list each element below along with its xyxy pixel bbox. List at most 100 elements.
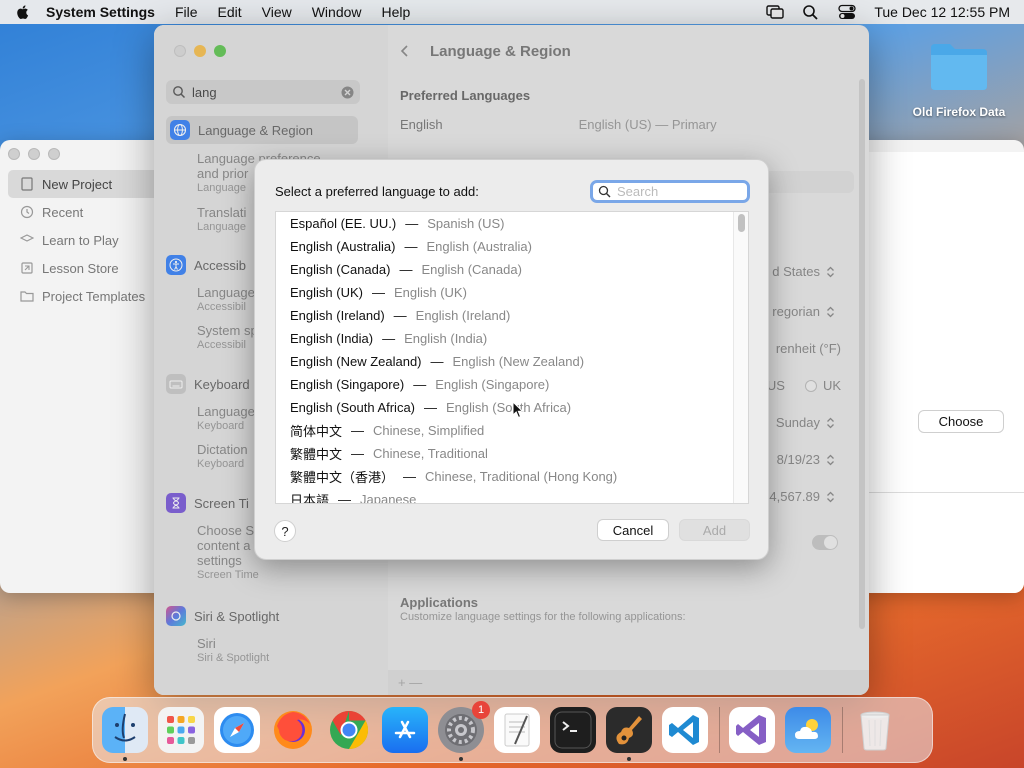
- language-option[interactable]: English (India) — English (India): [276, 327, 748, 350]
- dock-trash[interactable]: [852, 707, 898, 753]
- language-search-input[interactable]: [617, 184, 737, 199]
- menu-help[interactable]: Help: [382, 4, 411, 20]
- bg-sidebar-project-templates[interactable]: Project Templates: [0, 282, 170, 310]
- dock-separator: [842, 707, 843, 753]
- language-separator: —: [382, 331, 396, 346]
- language-option[interactable]: English (Singapore) — English (Singapore): [276, 373, 748, 396]
- language-native-name: 日本語: [290, 493, 330, 504]
- firefox-icon: [274, 711, 312, 749]
- safari-icon: [220, 713, 254, 747]
- language-option[interactable]: English (Ireland) — English (Ireland): [276, 304, 748, 327]
- dock-system-settings[interactable]: 1: [438, 701, 490, 761]
- help-button[interactable]: ?: [274, 520, 296, 542]
- dock-terminal[interactable]: [550, 707, 596, 753]
- running-indicator: [123, 757, 127, 761]
- language-search-field[interactable]: [590, 180, 750, 203]
- language-option[interactable]: 日本語 — Japanese: [276, 488, 748, 504]
- add-language-sheet: Select a preferred language to add: Espa…: [254, 159, 769, 560]
- language-option[interactable]: 繁體中文 — Chinese, Traditional: [276, 442, 748, 465]
- language-option[interactable]: 繁體中文（香港） — Chinese, Traditional (Hong Kong…: [276, 465, 748, 488]
- cancel-button[interactable]: Cancel: [597, 519, 669, 541]
- dock-finder[interactable]: [102, 707, 148, 761]
- language-option[interactable]: English (Australia) — English (Australia): [276, 235, 748, 258]
- dock-chrome[interactable]: [326, 707, 372, 753]
- dock-app-store[interactable]: [382, 707, 428, 753]
- language-option[interactable]: English (UK) — English (UK): [276, 281, 748, 304]
- dock-visual-studio[interactable]: [729, 707, 775, 753]
- language-rows: Español (EE. UU.) — Spanish (US) English (A…: [276, 212, 748, 504]
- menu-window[interactable]: Window: [312, 4, 362, 20]
- dock-firefox[interactable]: [270, 707, 316, 753]
- bg-sidebar-learn-to-play[interactable]: Learn to Play: [0, 226, 170, 254]
- bg-sidebar-recent[interactable]: Recent: [0, 198, 170, 226]
- language-english-name: Chinese, Simplified: [373, 423, 485, 438]
- language-native-name: 繁體中文: [290, 447, 343, 462]
- language-list-scrollbar[interactable]: [733, 212, 748, 503]
- dock-launchpad[interactable]: [158, 707, 204, 753]
- search-icon: [598, 185, 611, 198]
- bg-sidebar-label: New Project: [42, 176, 113, 192]
- add-button[interactable]: Add: [679, 519, 750, 541]
- menu-file[interactable]: File: [175, 4, 198, 20]
- language-native-name: English (India): [290, 331, 374, 346]
- language-option[interactable]: English (New Zealand) — English (New Zeala…: [276, 350, 748, 373]
- folder-icon: [20, 291, 34, 302]
- bg-sidebar-lesson-store[interactable]: Lesson Store: [0, 254, 170, 282]
- chrome-icon: [330, 710, 369, 750]
- dock: 1: [92, 697, 933, 763]
- dock-separator: [719, 707, 720, 753]
- dock-weather[interactable]: [785, 707, 831, 753]
- bg-sidebar-new-project[interactable]: New Project: [8, 170, 162, 198]
- language-option[interactable]: Español (EE. UU.) — Spanish (US): [276, 212, 748, 235]
- vscode-icon: [669, 715, 699, 745]
- menu-edit[interactable]: Edit: [218, 4, 242, 20]
- menubar-clock[interactable]: Tue Dec 12 12:55 PM: [874, 4, 1010, 20]
- bg-close-button[interactable]: [8, 148, 20, 160]
- bg-sidebar-label: Lesson Store: [42, 260, 119, 276]
- textedit-icon: [504, 713, 530, 747]
- scrollbar-thumb[interactable]: [738, 214, 745, 232]
- language-english-name: English (Singapore): [435, 377, 550, 392]
- language-english-name: English (South Africa): [446, 400, 572, 415]
- desktop-folder-label: Old Firefox Data: [912, 105, 1006, 119]
- menu-view[interactable]: View: [262, 4, 292, 20]
- language-option[interactable]: English (Canada) — English (Canada): [276, 258, 748, 281]
- apple-menu-icon[interactable]: [14, 3, 32, 21]
- language-english-name: Chinese, Traditional (Hong Kong): [425, 469, 618, 484]
- language-english-name: English (India): [404, 331, 488, 346]
- language-native-name: 繁體中文（香港）: [290, 470, 395, 485]
- mouse-cursor-icon: [512, 401, 524, 419]
- control-center-icon[interactable]: [838, 4, 856, 20]
- notification-badge: 1: [472, 701, 490, 719]
- language-english-name: Spanish (US): [427, 216, 505, 231]
- language-list[interactable]: Español (EE. UU.) — Spanish (US) English (A…: [275, 211, 749, 504]
- spotlight-search-icon[interactable]: [802, 4, 820, 20]
- bg-right-pane: [868, 152, 1024, 593]
- language-english-name: English (New Zealand): [452, 354, 585, 369]
- running-indicator: [627, 757, 631, 761]
- bg-sidebar: New Project Recent Learn to Play Lesson …: [0, 170, 170, 310]
- bg-sidebar-label: Project Templates: [42, 288, 146, 304]
- screen-mirror-icon[interactable]: [766, 4, 785, 20]
- language-english-name: English (Canada): [421, 262, 522, 277]
- language-option[interactable]: 简体中文 — Chinese, Simplified: [276, 419, 748, 442]
- bg-zoom-button[interactable]: [48, 148, 60, 160]
- desktop-folder[interactable]: Old Firefox Data: [906, 40, 1012, 119]
- choose-button[interactable]: Choose: [918, 410, 1004, 433]
- language-separator: —: [393, 308, 407, 323]
- menu-app-name[interactable]: System Settings: [46, 4, 155, 20]
- language-english-name: Chinese, Traditional: [373, 446, 488, 461]
- language-native-name: English (Ireland): [290, 308, 385, 323]
- language-native-name: English (Australia): [290, 239, 396, 254]
- bg-minimize-button[interactable]: [28, 148, 40, 160]
- dock-vscode[interactable]: [662, 707, 708, 753]
- language-english-name: English (UK): [393, 285, 467, 300]
- dock-garageband[interactable]: [606, 707, 652, 761]
- sheet-prompt: Select a preferred language to add:: [275, 184, 479, 199]
- language-english-name: English (Australia): [426, 239, 533, 254]
- weather-icon: [795, 719, 818, 739]
- dock-textedit[interactable]: [494, 707, 540, 753]
- language-separator: —: [338, 492, 352, 504]
- language-separator: —: [371, 285, 385, 300]
- dock-safari[interactable]: [214, 707, 260, 753]
